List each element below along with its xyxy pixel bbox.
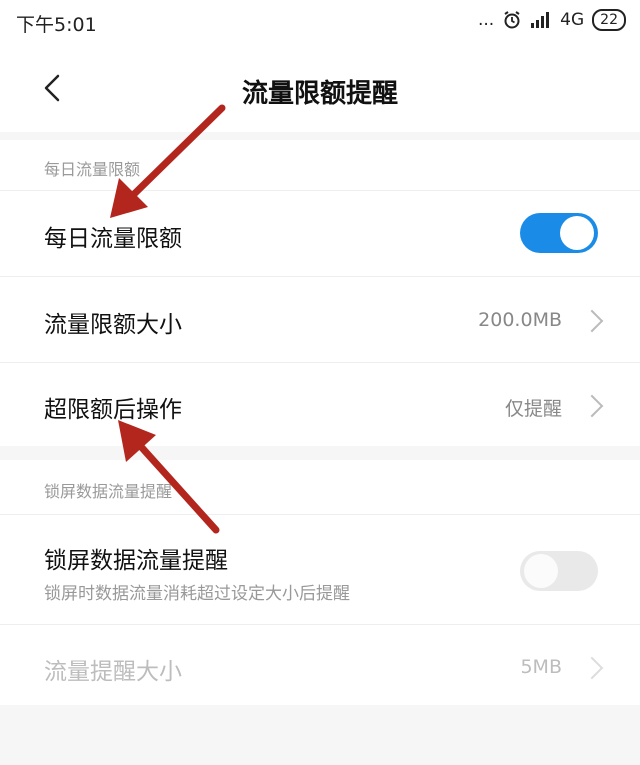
chevron-right-icon: [580, 394, 604, 418]
bottom-background: [0, 705, 640, 765]
section-title: 每日流量限额: [44, 160, 141, 179]
battery-indicator: 22: [592, 9, 626, 31]
row-value: 200.0MB: [478, 309, 562, 331]
status-dots: ...: [477, 10, 495, 30]
row-lockscreen-alert[interactable]: 锁屏数据流量提醒 锁屏时数据流量消耗超过设定大小后提醒: [0, 514, 640, 625]
toggle-knob: [560, 216, 594, 250]
status-bar: 下午5:01 ... 4G 22: [0, 0, 640, 46]
section-gap: [0, 446, 640, 460]
row-label: 锁屏数据流量提醒: [44, 548, 228, 574]
section-header-lockscreen: 锁屏数据流量提醒: [0, 460, 640, 514]
signal-icon: [531, 12, 550, 28]
row-value: 仅提醒: [504, 398, 562, 420]
network-type: 4G: [560, 10, 585, 30]
chevron-right-icon: [580, 656, 604, 680]
row-alert-size: 流量提醒大小 5MB: [0, 624, 640, 707]
lockscreen-alert-toggle[interactable]: [520, 551, 598, 591]
page-header: 流量限额提醒: [0, 46, 640, 132]
row-value: 5MB: [520, 656, 562, 678]
daily-limit-toggle[interactable]: [520, 213, 598, 253]
row-subtitle: 锁屏时数据流量消耗超过设定大小后提醒: [44, 584, 350, 604]
row-over-limit-action[interactable]: 超限额后操作 仅提醒: [0, 362, 640, 447]
row-label: 流量提醒大小: [44, 659, 182, 685]
status-icons: ... 4G 22: [478, 9, 626, 31]
row-label: 每日流量限额: [44, 226, 182, 252]
section-title: 锁屏数据流量提醒: [44, 482, 173, 501]
row-label: 流量限额大小: [44, 312, 182, 338]
toggle-knob: [524, 554, 558, 588]
row-limit-size[interactable]: 流量限额大小 200.0MB: [0, 276, 640, 363]
section-header-daily: 每日流量限额: [0, 140, 640, 190]
chevron-right-icon: [580, 309, 604, 333]
status-time: 下午5:01: [16, 14, 97, 36]
row-label: 超限额后操作: [44, 397, 182, 423]
row-daily-limit[interactable]: 每日流量限额: [0, 190, 640, 277]
section-gap: [0, 132, 640, 140]
alarm-icon: [504, 11, 520, 29]
page-title: 流量限额提醒: [241, 79, 398, 109]
